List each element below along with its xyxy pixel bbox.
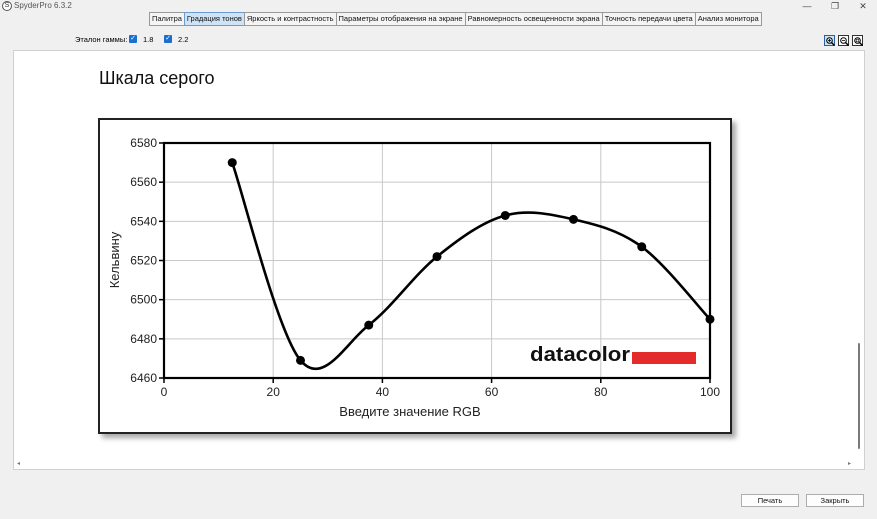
tab-palette[interactable]: Палитра [149, 12, 185, 26]
tab-brightness-contrast[interactable]: Яркость и контрастность [243, 12, 337, 26]
maximize-button[interactable]: ❐ [822, 0, 848, 12]
close-button[interactable]: Закрыть [806, 494, 864, 507]
y-tick-label: 6580 [130, 136, 157, 150]
tab-screen-uniformity[interactable]: Равномерность освещенности экрана [464, 12, 603, 26]
close-window-button[interactable]: ✕ [850, 0, 876, 12]
y-tick-label: 6560 [130, 175, 157, 189]
data-point [364, 320, 374, 330]
x-tick-label: 0 [161, 385, 168, 399]
x-tick-label: 80 [594, 385, 608, 399]
zoom-fit-icon[interactable] [852, 35, 863, 46]
vertical-scroll-thumb[interactable] [858, 343, 860, 449]
tab-tone-gradation[interactable]: Градация тонов [183, 12, 245, 26]
data-point [569, 214, 578, 224]
title-bar: S SpyderPro 6.3.2 — ❐ ✕ [0, 0, 877, 12]
data-point [227, 158, 237, 168]
gamma-label: Эталон гаммы: [75, 35, 128, 44]
x-tick-label: 100 [700, 385, 720, 399]
x-tick-label: 20 [267, 385, 281, 399]
y-tick-label: 6460 [130, 371, 157, 385]
tab-bar: Палитра Градация тонов Яркость и контрас… [149, 12, 762, 26]
page-title: Шкала серого [99, 68, 215, 88]
tab-monitor-analysis[interactable]: Анализ монитора [694, 12, 762, 26]
x-axis-label: Введите значение RGB [339, 404, 480, 419]
window-title: SpyderPro 6.3.2 [14, 1, 72, 10]
gamma-2-2-label: 2.2 [178, 35, 189, 44]
data-point [500, 210, 510, 220]
horizontal-scrollbar[interactable]: ◂ ▸ [14, 459, 864, 469]
gamma-1-8-checkbox[interactable]: ✓ [129, 35, 137, 43]
y-axis-label: Кельвину [107, 231, 122, 288]
minimize-button[interactable]: — [794, 0, 820, 12]
y-tick-label: 6500 [130, 293, 157, 307]
grayscale-chart: 0 20 40 60 80 100 6460 6480 6500 6520 6540 6560 6580… [98, 118, 732, 434]
data-point [637, 242, 647, 252]
y-tick-label: 6540 [130, 214, 157, 228]
report-viewport[interactable]: Шкала серого 0 20 40 60 80 100 6460 6480 6500 652… [13, 50, 865, 470]
datacolor-logo-text: datacolor [530, 344, 630, 366]
gamma-2-2-checkbox[interactable]: ✓ [164, 35, 172, 43]
scroll-left-icon[interactable]: ◂ [17, 460, 20, 467]
zoom-in-icon[interactable] [824, 35, 835, 46]
x-tick-label: 40 [376, 385, 390, 399]
datacolor-logo-bar [632, 352, 696, 364]
scroll-right-icon[interactable]: ▸ [848, 460, 851, 467]
x-tick-label: 60 [485, 385, 499, 399]
tab-color-accuracy[interactable]: Точность передачи цвета [601, 12, 696, 26]
gamma-1-8-label: 1.8 [143, 35, 154, 44]
y-tick-label: 6480 [130, 332, 157, 346]
app-logo-icon: S [2, 1, 12, 11]
chart-svg: 0 20 40 60 80 100 6460 6480 6500 6520 6540 6560 6580… [100, 120, 730, 432]
y-tick-label: 6520 [130, 254, 157, 268]
print-button[interactable]: Печать [741, 494, 799, 507]
tab-display-settings[interactable]: Параметры отображения на экране [335, 12, 466, 26]
data-point [432, 252, 442, 262]
zoom-out-icon[interactable] [838, 35, 849, 46]
data-point [705, 314, 715, 324]
data-point [296, 355, 305, 365]
